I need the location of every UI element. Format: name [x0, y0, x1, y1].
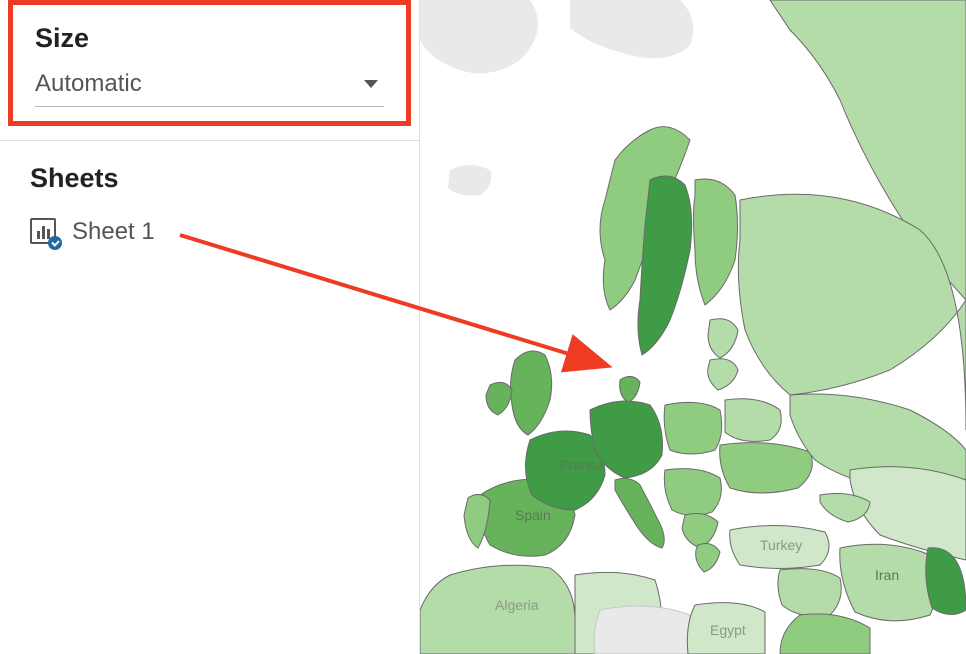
sheets-heading: Sheets	[30, 163, 389, 194]
sheets-section: Sheets Sheet 1	[0, 141, 419, 270]
sheet-chart-icon	[30, 218, 58, 246]
map-label-turkey: Turkey	[760, 537, 802, 553]
sidebar-panel: Size Automatic Sheets Sheet 1	[0, 0, 420, 654]
chevron-down-icon	[364, 80, 378, 88]
sheet-item[interactable]: Sheet 1	[30, 216, 389, 248]
choropleth-map: France Spain Algeria Egypt Turkey Iran	[420, 0, 966, 654]
size-dropdown-value: Automatic	[35, 70, 142, 98]
size-dropdown[interactable]: Automatic	[35, 70, 384, 107]
size-section: Size Automatic	[8, 0, 411, 126]
map-canvas[interactable]: France Spain Algeria Egypt Turkey Iran	[420, 0, 966, 654]
check-badge-icon	[48, 236, 62, 250]
map-label-egypt: Egypt	[710, 622, 746, 638]
map-label-spain: Spain	[515, 507, 551, 523]
size-heading: Size	[35, 23, 384, 54]
map-label-iran: Iran	[875, 567, 899, 583]
sheet-item-label: Sheet 1	[72, 218, 155, 246]
map-label-france: France	[560, 457, 604, 473]
map-label-algeria: Algeria	[495, 597, 539, 613]
